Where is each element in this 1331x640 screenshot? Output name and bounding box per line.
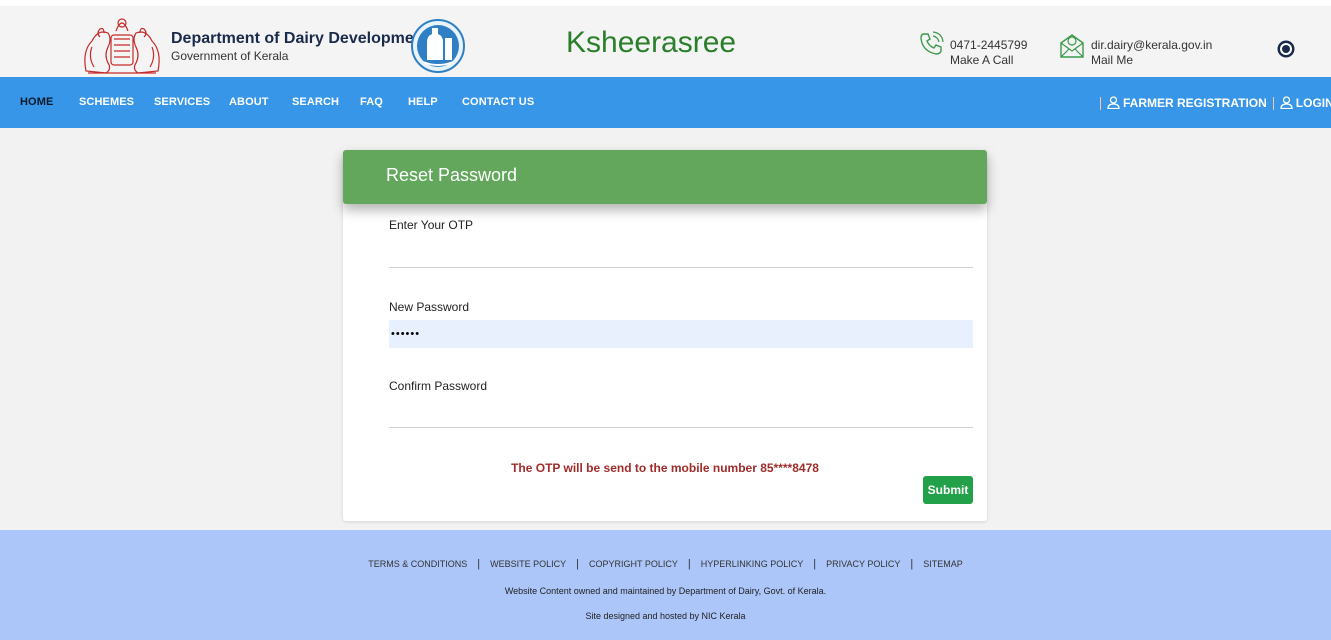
footer-link-sitemap[interactable]: SITEMAP	[923, 559, 963, 569]
otp-label: Enter Your OTP	[389, 218, 474, 232]
otp-input[interactable]	[389, 240, 973, 268]
nav-divider	[1272, 96, 1274, 110]
site-header: Department of Dairy Development Governme…	[0, 0, 1331, 77]
main-navigation: HOME SCHEMES SERVICES ABOUT SEARCH FAQ H…	[0, 77, 1331, 128]
submit-button[interactable]: Submit	[923, 476, 973, 504]
confirm-password-input[interactable]	[389, 400, 973, 428]
footer-ownership-text: Website Content owned and maintained by …	[504, 586, 827, 596]
mail-icon	[1060, 34, 1084, 58]
footer-link-terms[interactable]: TERMS & CONDITIONS	[368, 559, 467, 569]
card-header: Reset Password	[343, 150, 987, 204]
login-label: LOGIN	[1295, 96, 1331, 110]
farmer-registration-label: FARMER REGISTRATION	[1123, 96, 1267, 110]
nav-home[interactable]: HOME	[20, 96, 53, 108]
phone-number: 0471-2445799	[950, 38, 1028, 52]
footer-link-copyright-policy[interactable]: COPYRIGHT POLICY	[589, 559, 678, 569]
new-password-input[interactable]	[389, 320, 973, 348]
footer-hosting-text: Site designed and hosted by NIC Kerala	[585, 611, 746, 621]
card-title: Reset Password	[386, 165, 518, 185]
footer-links: TERMS & CONDITIONS | WEBSITE POLICY | COPYRI…	[368, 558, 963, 570]
new-password-label: New Password	[389, 300, 470, 314]
footer-link-privacy-policy[interactable]: PRIVACY POLICY	[826, 559, 900, 569]
site-name: Ksheerasree	[566, 26, 737, 59]
nav-help[interactable]: HELP	[408, 96, 438, 108]
nav-search[interactable]: SEARCH	[292, 96, 339, 108]
farmer-registration-link[interactable]: FARMER REGISTRATION	[1107, 96, 1267, 110]
department-branding: Department of Dairy Development Governme…	[171, 30, 429, 63]
footer-link-hyperlinking-policy[interactable]: HYPERLINKING POLICY	[701, 559, 804, 569]
accessibility-icon[interactable]	[1277, 40, 1295, 58]
otp-info-message: The OTP will be send to the mobile numbe…	[511, 461, 819, 475]
login-link[interactable]: LOGIN	[1280, 96, 1331, 110]
site-footer: TERMS & CONDITIONS | WEBSITE POLICY | COPYRI…	[0, 530, 1331, 640]
nav-services[interactable]: SERVICES	[154, 96, 210, 108]
user-icon	[1280, 96, 1293, 109]
nav-schemes[interactable]: SCHEMES	[79, 96, 134, 108]
kerala-emblem-icon	[84, 18, 160, 74]
department-subtitle: Government of Kerala	[171, 49, 289, 63]
confirm-password-label: Confirm Password	[389, 379, 488, 393]
phone-label: Make A Call	[950, 53, 1014, 67]
user-icon	[1107, 96, 1120, 109]
mail-label: Mail Me	[1091, 53, 1134, 67]
nav-divider	[1100, 96, 1101, 110]
mail-address: dir.dairy@kerala.gov.in	[1091, 38, 1213, 52]
department-title: Department of Dairy Development	[171, 30, 429, 47]
nav-about[interactable]: ABOUT	[229, 96, 269, 108]
dairy-logo-icon	[411, 19, 465, 73]
nav-faq[interactable]: FAQ	[360, 96, 383, 108]
footer-link-website-policy[interactable]: WEBSITE POLICY	[490, 559, 566, 569]
phone-icon	[920, 31, 944, 55]
nav-contact-us[interactable]: CONTACT US	[462, 96, 534, 108]
nav-auth-links: FARMER REGISTRATION LOGIN	[1100, 96, 1331, 110]
